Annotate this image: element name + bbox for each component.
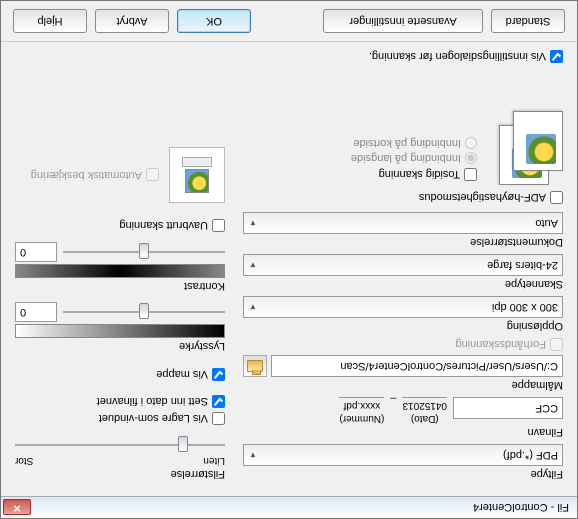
brightness-gradient [15,324,225,338]
insert-date-checkbox[interactable] [212,395,225,408]
filesize-small-label: Liten [203,455,225,466]
folder-icon [247,360,263,372]
brightness-label: Lysstyrke [15,340,225,352]
filesize-slider[interactable] [15,435,225,455]
show-settings-dialog-checkbox[interactable] [550,50,563,63]
title-bar: Fil - ControlCenter4 ✕ [1,496,577,518]
scantype-label: Skannetype [243,278,563,290]
duplex-checkbox[interactable] [464,168,477,181]
bind-short-label: Innbinding på kortside [353,137,461,149]
autocrop-label: Automatisk beskjæring [31,169,142,181]
resolution-select[interactable]: 300 x 300 dpi [243,296,563,318]
show-settings-dialog-label: Vis innstillingsdialogen før skanning. [369,51,546,63]
docsize-label: Dokumentstørrelse [243,236,563,248]
browse-folder-button[interactable] [243,355,267,377]
filename-label: Filnavn [243,426,563,438]
filetype-select[interactable]: PDF (*.pdf) [243,444,563,466]
autocrop-preview [169,147,225,203]
insert-date-label: Sett inn dato i filnavnet [97,396,208,408]
brightness-value[interactable]: 0 [15,302,57,322]
bind-long-radio [465,152,477,164]
show-folder-label: Vis mappe [156,369,208,381]
contrast-value[interactable]: 0 [15,242,57,262]
page-preview-thumbnail [493,115,563,185]
adf-highspeed-label: ADF-høyhastighetsmodus [419,192,546,204]
id-card-icon [182,157,212,167]
left-column: Filtype PDF (*.pdf) Filnavn (Dato) 04152… [243,115,563,486]
ok-button[interactable]: OK [177,9,251,33]
cancel-button[interactable]: Avbryt [95,9,169,33]
destination-input[interactable] [271,355,563,377]
adf-highspeed-checkbox[interactable] [550,191,563,204]
resolution-label: Oppløsning [243,320,563,332]
window-title: Fil - ControlCenter4 [31,502,569,514]
docsize-select[interactable]: Auto [243,212,563,234]
destination-label: Målmappe [243,379,563,391]
prescan-label: Forhåndsskanning [455,339,546,351]
filename-input[interactable] [453,397,563,419]
continuous-scan-checkbox[interactable] [212,219,225,232]
filename-date-value: 04152013 [403,397,448,413]
contrast-slider[interactable] [63,242,225,262]
bind-long-label: Innbinding på langside [351,152,461,164]
dialog-window: Fil - ControlCenter4 ✕ Filtype PDF (*.pd… [0,0,578,519]
advanced-settings-button[interactable]: Avanserte innstillinger [323,9,483,33]
show-saveas-checkbox[interactable] [212,412,225,425]
filename-number-meta: (Nummer) xxxx.pdf [339,397,384,424]
continuous-scan-label: Uavbrutt skanning [119,220,208,232]
contrast-label: Kontrast [15,280,225,292]
close-icon: ✕ [13,502,21,513]
autocrop-checkbox [146,169,159,182]
standard-button[interactable]: Standard [491,9,565,33]
dialog-body: Filtype PDF (*.pdf) Filnavn (Dato) 04152… [1,67,577,496]
filesize-label: Filstørrelse [15,468,225,480]
help-button[interactable]: Hjelp [13,9,87,33]
filename-date-meta: (Dato) 04152013 [403,397,448,424]
filesize-large-label: Stor [15,455,33,466]
prescan-checkbox [550,338,563,351]
duplex-label: Tosidig skanning [379,169,460,181]
footer-bar: Standard Avanserte innstillinger OK Avbr… [1,1,577,42]
contrast-gradient [15,264,225,278]
brightness-slider[interactable] [63,302,225,322]
filetype-label: Filtype [243,468,563,480]
scantype-select[interactable]: 24-biters farge [243,254,563,276]
right-column: Filstørrelse Liten Stor Vis Lagre som-vi… [15,115,225,486]
bind-short-radio [465,137,477,149]
close-button[interactable]: ✕ [3,500,31,516]
show-saveas-label: Vis Lagre som-vinduet [99,413,208,425]
show-folder-checkbox[interactable] [212,368,225,381]
filename-number-value: xxxx.pdf [339,397,384,413]
